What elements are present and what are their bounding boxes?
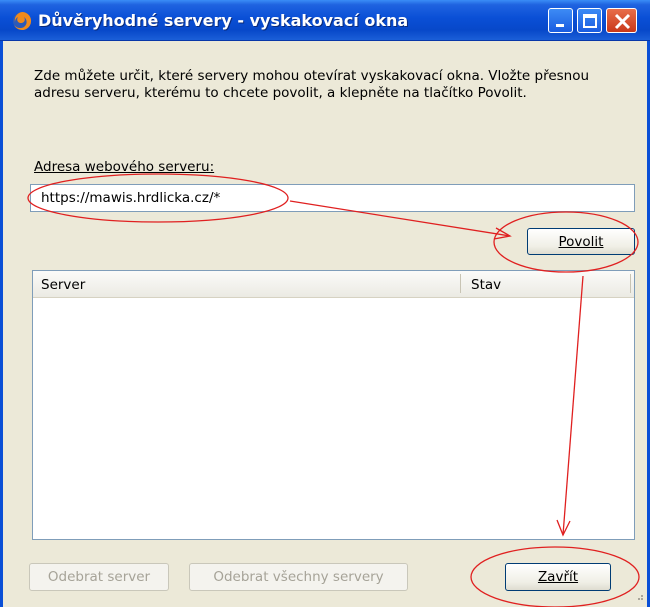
remove-server-label: Odebrat server bbox=[47, 569, 151, 585]
column-separator[interactable] bbox=[630, 274, 631, 293]
address-label-text: Adresa webového serveru: bbox=[34, 159, 215, 175]
window-title: Důvěryhodné servery - vyskakovací okna bbox=[38, 11, 409, 30]
allow-button-label: Povolit bbox=[558, 234, 604, 250]
address-label: Adresa webového serveru: bbox=[34, 159, 214, 175]
column-separator[interactable] bbox=[460, 274, 461, 293]
address-input[interactable]: https://mawis.hrdlicka.cz/* bbox=[30, 184, 635, 212]
close-button-label: Zavřít bbox=[537, 569, 579, 585]
close-icon bbox=[614, 13, 631, 30]
maximize-icon bbox=[583, 14, 597, 28]
minimize-button[interactable] bbox=[548, 8, 573, 33]
close-window-button[interactable] bbox=[606, 8, 637, 33]
description-text: Zde můžete určit, které servery mohou ot… bbox=[34, 68, 590, 101]
remove-server-button[interactable]: Odebrat server bbox=[29, 563, 169, 591]
server-list[interactable]: Server Stav bbox=[32, 270, 635, 540]
close-button[interactable]: Zavřít bbox=[505, 563, 611, 591]
allow-button[interactable]: Povolit bbox=[527, 228, 635, 255]
remove-all-servers-button[interactable]: Odebrat všechny servery bbox=[189, 563, 408, 591]
column-status[interactable]: Stav bbox=[471, 277, 501, 293]
list-header: Server Stav bbox=[33, 271, 634, 298]
resize-grip-icon[interactable] bbox=[634, 591, 644, 601]
title-bar[interactable]: Důvěryhodné servery - vyskakovací okna bbox=[0, 0, 650, 41]
minimize-icon bbox=[556, 24, 564, 27]
column-server[interactable]: Server bbox=[41, 277, 85, 293]
remove-all-label: Odebrat všechny servery bbox=[213, 569, 384, 585]
maximize-button[interactable] bbox=[577, 8, 602, 33]
firefox-icon bbox=[13, 11, 32, 30]
